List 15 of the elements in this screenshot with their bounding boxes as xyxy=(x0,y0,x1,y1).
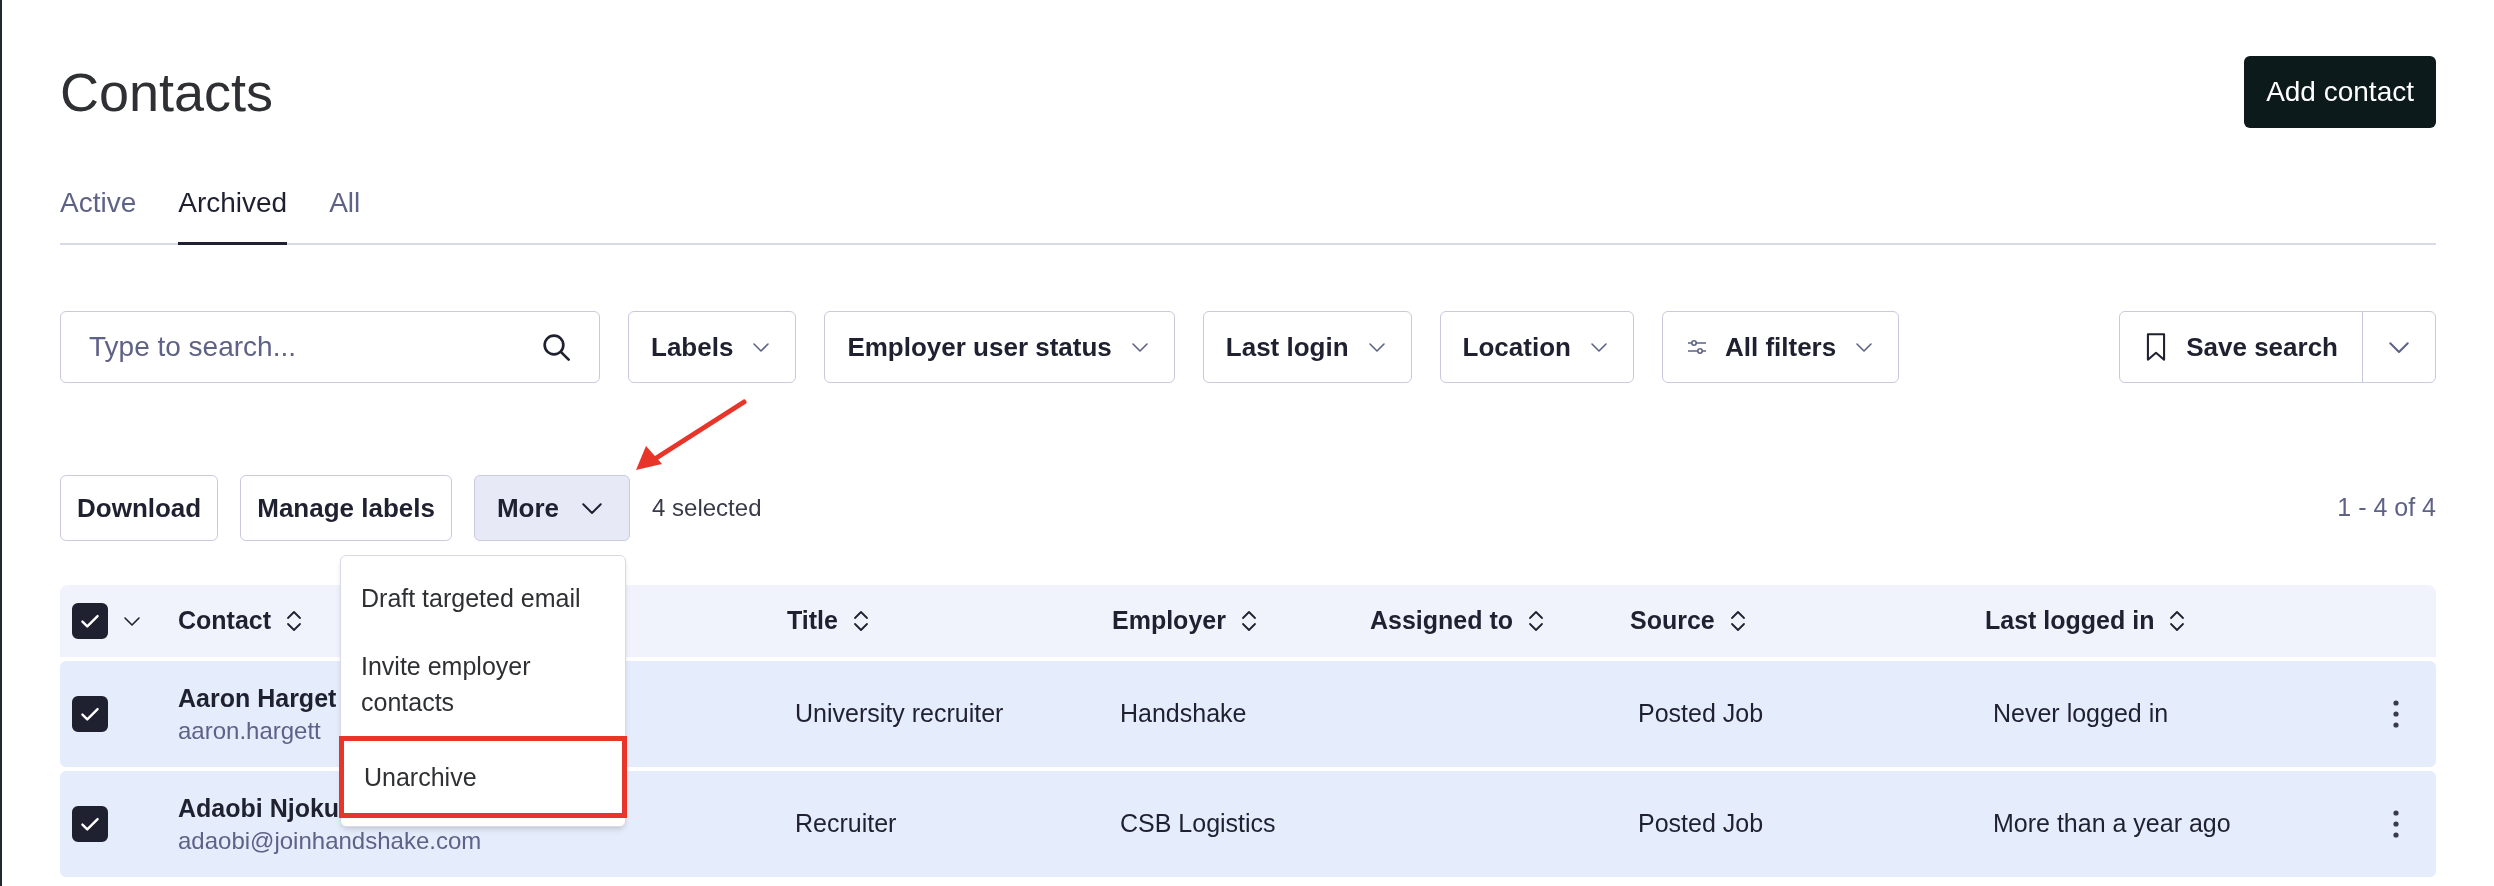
contact-name: Aaron Harget xyxy=(178,683,337,714)
selection-count: 4 selected xyxy=(652,493,762,523)
table-cell-text: Posted Job xyxy=(1637,808,1765,840)
table-cell-text: CSB Logistics xyxy=(1119,808,1277,840)
page-title: Contacts xyxy=(60,65,274,119)
table-cell-text: Handshake xyxy=(1119,698,1248,730)
contact-email: adaobi@joinhandshake.com xyxy=(178,826,482,856)
pagination-text: 1 - 4 of 4 xyxy=(2337,492,2436,524)
contact-email: aaron.hargett xyxy=(178,716,321,746)
table-cell-text: University recruiter xyxy=(794,698,1005,730)
table-cell-text: Posted Job xyxy=(1637,698,1765,730)
table-cell-text: More than a year ago xyxy=(1992,808,2232,840)
table-cell-text: Never logged in xyxy=(1992,698,2170,730)
contact-name: Adaobi Njoku xyxy=(178,793,340,824)
table-cell-text: Recruiter xyxy=(794,808,898,840)
